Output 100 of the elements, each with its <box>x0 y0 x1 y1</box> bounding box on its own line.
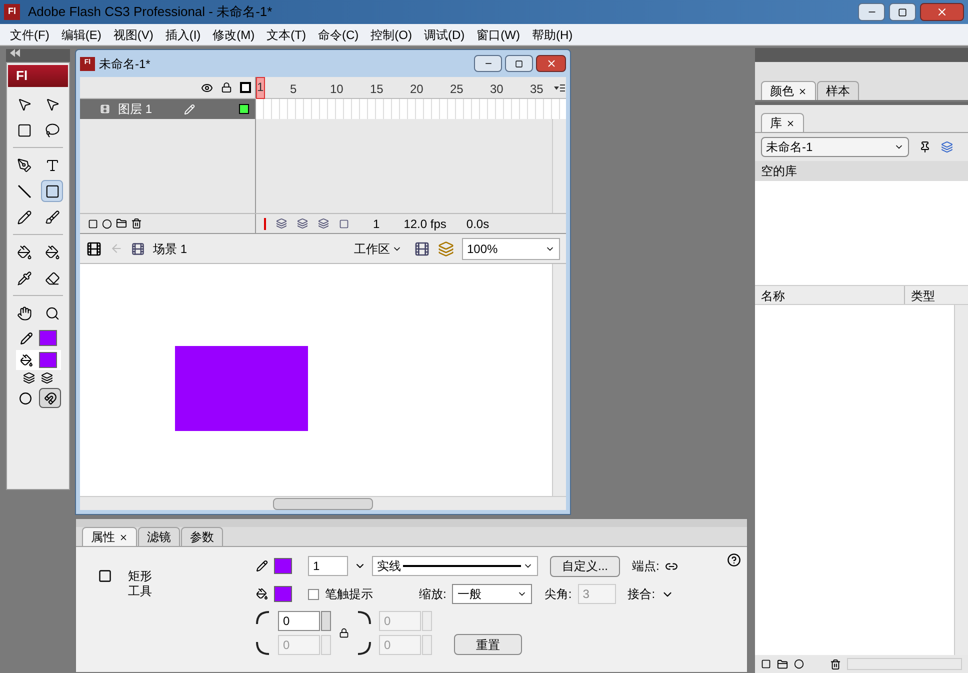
pen-icon <box>16 158 32 172</box>
minimize-button[interactable] <box>474 55 502 72</box>
frame-number: 15 <box>370 81 384 98</box>
close-icon <box>546 58 556 69</box>
zoom-dropdown[interactable]: 100% <box>462 238 560 260</box>
fill-color-icon <box>20 354 32 366</box>
layer-row[interactable]: 图层 1 <box>80 99 255 119</box>
close-button[interactable] <box>536 55 566 72</box>
window-title: Adobe Flash CS3 Professional - 未命名-1* <box>28 3 272 22</box>
corner-radius-field[interactable]: 0 <box>278 611 320 631</box>
folder-icon[interactable] <box>777 658 788 670</box>
reset-button[interactable]: 重置 <box>454 634 522 655</box>
horizontal-scrollbar[interactable] <box>847 658 962 670</box>
close-icon <box>786 118 795 128</box>
trash-icon[interactable] <box>131 218 142 229</box>
menu-item[interactable]: 编辑(E) <box>55 26 108 44</box>
panel-tab[interactable]: 滤镜 <box>138 527 180 546</box>
outline-icon <box>240 82 251 93</box>
menu-item[interactable]: 修改(M) <box>206 26 261 44</box>
fill-color-swatch[interactable] <box>38 352 56 368</box>
scale-dropdown[interactable]: 一般 <box>452 584 532 604</box>
menu-item[interactable]: 文件(F) <box>4 26 56 44</box>
rectangle-tool-icon <box>98 569 112 583</box>
hand-icon <box>16 306 32 320</box>
folder-icon[interactable] <box>116 218 127 229</box>
panel-tab[interactable]: 参数 <box>181 527 223 546</box>
menu-item[interactable]: 视图(V) <box>107 26 160 44</box>
magnet-icon <box>44 392 56 404</box>
minimize-button[interactable] <box>858 3 885 21</box>
app-logo: Fl <box>4 4 20 20</box>
close-button[interactable] <box>920 3 964 21</box>
restore-button[interactable] <box>505 55 533 72</box>
panel-tab[interactable]: 属性 <box>82 527 137 546</box>
column-header: 名称 <box>760 288 786 304</box>
pencil-icon <box>16 210 32 224</box>
scene-name[interactable]: 场景 1 <box>153 240 188 258</box>
workspace-menu[interactable]: 工作区 <box>350 240 406 258</box>
collapse-icon <box>10 49 20 57</box>
frame-number: 20 <box>410 81 424 98</box>
stroke-hinting-checkbox[interactable] <box>308 588 319 600</box>
flash-logo: Fl <box>8 65 68 87</box>
pencil-icon <box>184 104 195 114</box>
circle-icon <box>18 392 32 404</box>
library-status: 空的库 <box>755 161 968 181</box>
text-tool-icon <box>44 158 60 172</box>
frame-rate: 12.0 fps <box>404 216 446 232</box>
lock-icon[interactable] <box>339 628 349 638</box>
menu-item[interactable]: 调试(D) <box>418 26 471 44</box>
current-frame: 1 <box>373 214 380 232</box>
scale-label: 缩放: <box>419 586 446 603</box>
stroke-style-dropdown[interactable]: 实线 <box>372 556 538 576</box>
menu-item[interactable]: 控制(O) <box>364 26 418 44</box>
corner-bracket-icon <box>256 611 270 655</box>
panel-tab[interactable]: 样本 <box>817 81 859 100</box>
menu-item[interactable]: 帮助(H) <box>526 26 579 44</box>
snap-button[interactable] <box>39 388 61 408</box>
horizontal-scrollbar[interactable] <box>80 496 566 510</box>
frame-number: 35 <box>530 81 544 98</box>
column-header: 类型 <box>904 286 954 304</box>
tool-button[interactable] <box>41 180 63 202</box>
menu-item[interactable]: 命令(C) <box>312 26 365 44</box>
checkbox-label: 笔触提示 <box>325 586 373 603</box>
library-dropdown[interactable]: 未命名-1 <box>761 137 909 157</box>
frame-number: 10 <box>330 81 344 98</box>
menu-item[interactable]: 窗口(W) <box>470 26 526 44</box>
menu-item[interactable]: 插入(I) <box>159 26 207 44</box>
stroke-icon <box>256 560 268 572</box>
paint-bucket-icon <box>44 244 60 260</box>
playhead-marker-icon <box>264 218 266 230</box>
stroke-color-swatch[interactable] <box>274 558 292 574</box>
subselection-arrow-icon <box>44 96 60 112</box>
close-icon <box>119 532 128 542</box>
panel-tab[interactable]: 库 <box>761 113 804 132</box>
help-icon[interactable] <box>727 553 741 567</box>
maximize-button[interactable] <box>889 3 916 21</box>
pin-icon[interactable] <box>919 141 931 153</box>
playhead[interactable]: 1 <box>256 77 265 99</box>
scene-icon <box>131 242 145 256</box>
trash-icon[interactable] <box>830 658 841 670</box>
maximize-icon <box>898 8 907 16</box>
selection-arrow-icon <box>16 96 32 112</box>
layer-name: 图层 1 <box>118 101 152 118</box>
elapsed-time: 0.0s <box>466 216 490 232</box>
menu-item[interactable]: 文本(T) <box>260 26 312 44</box>
custom-button[interactable]: 自定义... <box>550 556 620 576</box>
fill-color-swatch[interactable] <box>274 586 292 602</box>
frame-number: 5 <box>290 81 297 98</box>
stroke-height-field[interactable]: 1 <box>308 556 348 576</box>
stroke-color-swatch[interactable] <box>38 330 56 346</box>
rectangle-icon <box>44 184 60 198</box>
eyedropper-icon <box>16 270 32 286</box>
lasso-icon <box>44 122 60 138</box>
restore-icon <box>515 60 523 68</box>
panel-tab[interactable]: 颜色 <box>761 81 816 100</box>
stroke-color-icon <box>20 332 32 344</box>
vertical-scrollbar[interactable] <box>552 264 566 496</box>
tool-name: 矩形 工具 <box>128 569 152 599</box>
layer-icon <box>100 104 110 114</box>
miter-label: 尖角: <box>544 586 572 603</box>
layer-color-icon <box>239 104 249 114</box>
